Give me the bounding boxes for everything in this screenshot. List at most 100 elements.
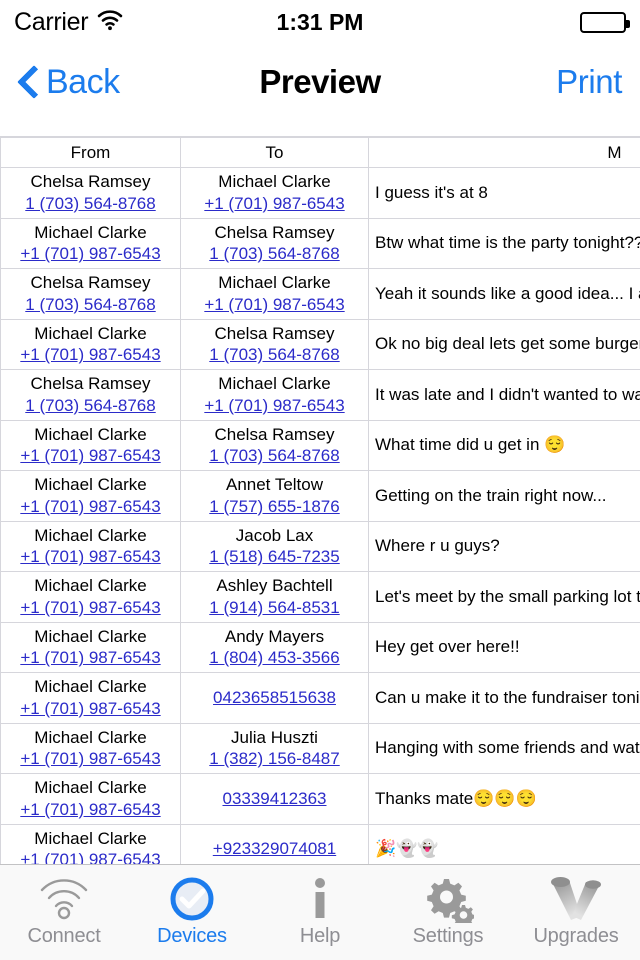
gears-icon bbox=[422, 875, 474, 923]
table-header: From To M bbox=[0, 137, 640, 168]
to-number-link[interactable]: +923329074081 bbox=[187, 838, 362, 860]
cell-message: Let's meet by the small parking lot to bbox=[368, 571, 640, 623]
from-number-link[interactable]: +1 (701) 987-6543 bbox=[7, 344, 174, 366]
tab-settings[interactable]: Settings bbox=[384, 865, 512, 960]
from-number-link[interactable]: 1 (703) 564-8768 bbox=[7, 193, 174, 215]
cell-from: Michael Clarke +1 (701) 987-6543 bbox=[0, 470, 181, 522]
cell-to: +923329074081 bbox=[180, 823, 369, 864]
from-number-link[interactable]: +1 (701) 987-6543 bbox=[7, 748, 174, 770]
crossed-megaphones-icon bbox=[545, 875, 607, 923]
table-row[interactable]: Chelsa Ramsey 1 (703) 564-8768 Michael Cla… bbox=[0, 268, 640, 320]
table-row[interactable]: Michael Clarke +1 (701) 987-6543 Chelsa Ra… bbox=[0, 217, 640, 269]
to-name: Andy Mayers bbox=[224, 626, 325, 646]
cell-message: Thanks mate😌😌😌 bbox=[368, 773, 640, 825]
cell-to: Annet Teltow 1 (757) 655-1876 bbox=[180, 470, 369, 522]
messages-table-scroll[interactable]: From To M Chelsa Ramsey 1 (703) 564-8768 M… bbox=[0, 136, 640, 864]
cell-to: Chelsa Ramsey 1 (703) 564-8768 bbox=[180, 217, 369, 269]
tab-label-devices: Devices bbox=[157, 925, 227, 947]
from-name: Michael Clarke bbox=[34, 626, 147, 646]
table-row[interactable]: Michael Clarke +1 (701) 987-6543 Julia Hus… bbox=[0, 722, 640, 774]
from-name: Chelsa Ramsey bbox=[30, 374, 151, 393]
cell-from: Michael Clarke +1 (701) 987-6543 bbox=[0, 672, 181, 724]
table-row[interactable]: Michael Clarke +1 (701) 987-6543 033394123… bbox=[0, 773, 640, 825]
to-number-link[interactable]: 0423658515638 bbox=[187, 687, 362, 709]
cell-from: Michael Clarke +1 (701) 987-6543 bbox=[0, 621, 181, 673]
cell-from: Michael Clarke +1 (701) 987-6543 bbox=[0, 773, 181, 825]
print-button[interactable]: Print bbox=[556, 63, 622, 101]
to-number-link[interactable]: 1 (382) 156-8487 bbox=[187, 748, 362, 770]
table-row[interactable]: Michael Clarke +1 (701) 987-6543 042365851… bbox=[0, 672, 640, 724]
from-name: Michael Clarke bbox=[34, 222, 147, 242]
to-number-link[interactable]: +1 (701) 987-6543 bbox=[187, 294, 362, 316]
from-number-link[interactable]: 1 (703) 564-8768 bbox=[7, 294, 174, 316]
cell-from: Michael Clarke +1 (701) 987-6543 bbox=[0, 722, 181, 774]
table-row[interactable]: Michael Clarke +1 (701) 987-6543 Chelsa Ra… bbox=[0, 318, 640, 370]
info-icon bbox=[307, 875, 333, 923]
table-header-row: From To M bbox=[0, 137, 640, 168]
from-number-link[interactable]: +1 (701) 987-6543 bbox=[7, 799, 174, 821]
from-number-link[interactable]: 1 (703) 564-8768 bbox=[7, 395, 174, 417]
messages-table: From To M Chelsa Ramsey 1 (703) 564-8768 M… bbox=[0, 137, 640, 864]
table-row[interactable]: Chelsa Ramsey 1 (703) 564-8768 Michael Cla… bbox=[0, 369, 640, 421]
to-name: Ashley Bachtell bbox=[216, 576, 333, 595]
from-number-link[interactable]: +1 (701) 987-6543 bbox=[7, 243, 174, 265]
cell-message: 🎉👻👻 bbox=[368, 823, 640, 864]
to-number-link[interactable]: 1 (703) 564-8768 bbox=[187, 243, 362, 265]
table-row[interactable]: Chelsa Ramsey 1 (703) 564-8768 Michael Cla… bbox=[0, 167, 640, 219]
tab-connect[interactable]: Connect bbox=[0, 865, 128, 960]
cell-from: Chelsa Ramsey 1 (703) 564-8768 bbox=[0, 268, 181, 320]
table-row[interactable]: Michael Clarke +1 (701) 987-6543 Andy Maye… bbox=[0, 621, 640, 673]
from-name: Michael Clarke bbox=[34, 677, 147, 696]
from-number-link[interactable]: +1 (701) 987-6543 bbox=[7, 546, 174, 568]
from-number-link[interactable]: +1 (701) 987-6543 bbox=[7, 647, 174, 669]
to-number-link[interactable]: +1 (701) 987-6543 bbox=[187, 193, 362, 215]
chevron-left-icon bbox=[18, 64, 40, 100]
cell-message: Hanging with some friends and watch bbox=[368, 722, 640, 774]
back-button[interactable]: Back bbox=[18, 63, 120, 102]
to-name: Chelsa Ramsey bbox=[214, 222, 335, 242]
to-number-link[interactable]: 1 (804) 453-3566 bbox=[187, 647, 362, 669]
cell-to: Michael Clarke +1 (701) 987-6543 bbox=[180, 167, 369, 219]
tab-devices[interactable]: Devices bbox=[128, 865, 256, 960]
table-row[interactable]: Michael Clarke +1 (701) 987-6543 Jacob Lax… bbox=[0, 520, 640, 572]
cell-to: 03339412363 bbox=[180, 773, 369, 825]
navigation-bar: Back Preview Print bbox=[0, 44, 640, 120]
tab-help[interactable]: Help bbox=[256, 865, 384, 960]
cell-from: Michael Clarke +1 (701) 987-6543 bbox=[0, 318, 181, 370]
to-number-link[interactable]: 1 (518) 645-7235 bbox=[187, 546, 362, 568]
tab-label-help: Help bbox=[299, 925, 341, 947]
status-bar-left: Carrier bbox=[14, 8, 124, 37]
cell-message: Hey get over here!! bbox=[368, 621, 640, 673]
table-row[interactable]: Michael Clarke +1 (701) 987-6543 +92332907… bbox=[0, 823, 640, 864]
from-number-link[interactable]: +1 (701) 987-6543 bbox=[7, 496, 174, 518]
cell-message: I guess it's at 8 bbox=[368, 167, 640, 219]
to-name: Michael Clarke bbox=[218, 374, 331, 393]
from-name: Michael Clarke bbox=[34, 424, 147, 444]
column-header-from: From bbox=[0, 137, 181, 168]
back-button-label: Back bbox=[46, 62, 120, 101]
tab-upgrades[interactable]: Upgrades bbox=[512, 865, 640, 960]
cell-from: Michael Clarke +1 (701) 987-6543 bbox=[0, 520, 181, 572]
to-name: Michael Clarke bbox=[218, 172, 331, 191]
from-number-link[interactable]: +1 (701) 987-6543 bbox=[7, 849, 174, 864]
cell-message: Where r u guys? bbox=[368, 520, 640, 572]
cell-message: What time did u get in 😌 bbox=[368, 419, 640, 471]
from-number-link[interactable]: +1 (701) 987-6543 bbox=[7, 698, 174, 720]
to-number-link[interactable]: 1 (703) 564-8768 bbox=[187, 445, 362, 467]
table-row[interactable]: Michael Clarke +1 (701) 987-6543 Chelsa Ra… bbox=[0, 419, 640, 471]
table-row[interactable]: Michael Clarke +1 (701) 987-6543 Ashley Ba… bbox=[0, 571, 640, 623]
from-name: Michael Clarke bbox=[34, 576, 147, 595]
column-header-message: M bbox=[368, 137, 640, 168]
from-number-link[interactable]: +1 (701) 987-6543 bbox=[7, 597, 174, 619]
to-number-link[interactable]: 1 (757) 655-1876 bbox=[187, 496, 362, 518]
from-name: Michael Clarke bbox=[34, 778, 147, 797]
to-name: Annet Teltow bbox=[225, 475, 324, 494]
to-number-link[interactable]: 1 (914) 564-8531 bbox=[187, 597, 362, 619]
cell-message: It was late and I didn't wanted to wake bbox=[368, 369, 640, 421]
to-number-link[interactable]: 1 (703) 564-8768 bbox=[187, 344, 362, 366]
wifi-icon bbox=[38, 875, 90, 923]
from-number-link[interactable]: +1 (701) 987-6543 bbox=[7, 445, 174, 467]
to-number-link[interactable]: 03339412363 bbox=[187, 788, 362, 810]
table-row[interactable]: Michael Clarke +1 (701) 987-6543 Annet Tel… bbox=[0, 470, 640, 522]
to-number-link[interactable]: +1 (701) 987-6543 bbox=[187, 395, 362, 417]
